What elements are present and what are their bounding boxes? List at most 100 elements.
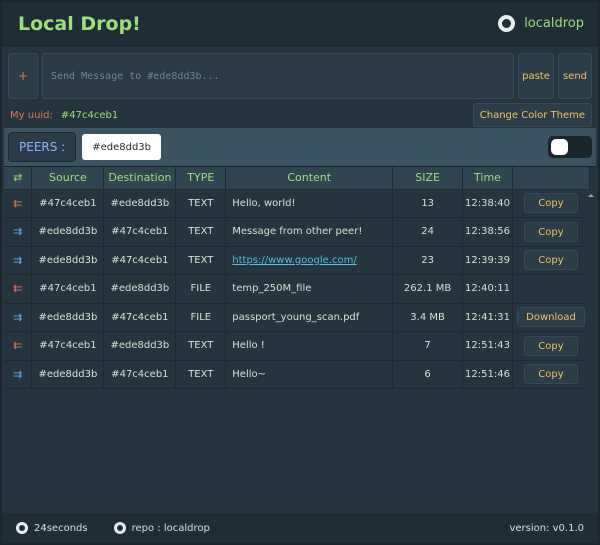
direction-icon: ⇇: [4, 331, 33, 361]
cell-destination: #47c4ceb1: [103, 217, 177, 247]
table-scrollbar[interactable]: [586, 189, 596, 511]
cell-action: Copy: [512, 246, 591, 275]
compose-bar: + paste send: [8, 53, 592, 99]
app-window: Local Drop! localdrop + paste send My uu…: [0, 0, 600, 545]
cell-source: #47c4ceb1: [31, 189, 105, 218]
table-row: ⇇ #47c4ceb1 #ede8dd3b TEXT Hello ! 7 12:51:43 C…: [4, 331, 591, 361]
header-content: Content: [225, 167, 394, 190]
repo-label: localdrop: [524, 16, 584, 31]
cell-destination: #47c4ceb1: [103, 246, 177, 275]
header-destination: Destination: [103, 167, 177, 190]
message-table-container: ⇄ Source Destination TYPE Content SIZE T…: [4, 166, 596, 511]
header-time: Time: [462, 167, 513, 190]
cell-source: #ede8dd3b: [31, 246, 105, 275]
cell-time: 12:40:11: [462, 274, 513, 304]
direction-icon: ⇇: [4, 189, 33, 218]
header-source: Source: [31, 167, 105, 190]
copy-button[interactable]: Copy: [523, 221, 578, 242]
table-row: ⇉ #ede8dd3b #47c4ceb1 FILE passport_young_sc…: [4, 303, 591, 332]
cell-size: 23: [392, 246, 463, 275]
github-repo-link[interactable]: localdrop: [498, 15, 584, 32]
send-button[interactable]: send: [558, 53, 592, 99]
header-type: TYPE: [175, 167, 227, 190]
repo-footer-label: repo : localdrop: [131, 522, 210, 534]
table-row: ⇉ #ede8dd3b #47c4ceb1 TEXT Hello~ 6 12:51:46 Co…: [4, 360, 591, 389]
header-direction-icon: ⇄: [4, 167, 33, 190]
app-title: Local Drop!: [18, 12, 141, 35]
peers-label: PEERS :: [8, 132, 77, 162]
uuid-value: #47c4ceb1: [60, 109, 119, 121]
cell-time: 12:38:56: [462, 217, 513, 247]
table-row: ⇇ #47c4ceb1 #ede8dd3b FILE temp_250M_file 262…: [4, 274, 591, 304]
table-header-row: ⇄ Source Destination TYPE Content SIZE T…: [4, 167, 591, 190]
cell-type: TEXT: [175, 246, 227, 275]
cell-action: [512, 274, 591, 304]
direction-icon: ⇉: [4, 246, 33, 275]
theme-toggle[interactable]: [548, 136, 592, 158]
cell-action: Copy: [512, 189, 591, 218]
table-row: ⇉ #ede8dd3b #47c4ceb1 TEXT https://www.googl…: [4, 246, 591, 275]
cell-source: #47c4ceb1: [31, 331, 105, 361]
cell-source: #ede8dd3b: [31, 217, 105, 247]
header-action: [512, 167, 591, 190]
table-row: ⇇ #47c4ceb1 #ede8dd3b TEXT Hello, world! 13 12…: [4, 189, 591, 218]
add-file-button[interactable]: +: [8, 53, 38, 99]
header: Local Drop! localdrop: [2, 2, 598, 46]
cell-content: passport_young_scan.pdf: [225, 303, 394, 332]
message-input[interactable]: [42, 53, 514, 99]
content-link[interactable]: https://www.google.com/: [232, 255, 356, 266]
copy-button[interactable]: Copy: [523, 250, 578, 271]
change-theme-button[interactable]: Change Color Theme: [472, 103, 592, 127]
cell-size: 6: [392, 360, 463, 389]
cell-action: Copy: [512, 331, 591, 361]
github-icon: [113, 522, 126, 534]
copy-button[interactable]: Copy: [523, 193, 578, 214]
direction-icon: ⇉: [4, 217, 33, 247]
github-icon: [498, 15, 516, 32]
cell-destination: #ede8dd3b: [103, 189, 177, 218]
peers-bar: PEERS : #ede8dd3b: [4, 128, 596, 166]
cell-content: Hello !: [225, 331, 394, 361]
copy-button[interactable]: Copy: [523, 335, 578, 356]
cell-type: FILE: [175, 303, 227, 332]
cell-size: 3.4 MB: [392, 303, 463, 332]
cell-time: 12:51:43: [462, 331, 513, 361]
cell-content: Hello~: [225, 360, 394, 389]
author-label: 24seconds: [34, 522, 88, 534]
cell-destination: #47c4ceb1: [103, 303, 177, 332]
cell-content: temp_250M_file: [225, 274, 394, 304]
cell-type: TEXT: [175, 360, 227, 389]
download-button[interactable]: Download: [517, 307, 585, 328]
cell-size: 262.1 MB: [392, 274, 463, 304]
cell-type: FILE: [175, 274, 227, 304]
cell-destination: #ede8dd3b: [103, 331, 177, 361]
cell-type: TEXT: [175, 331, 227, 361]
cell-content: Hello, world!: [225, 189, 394, 218]
header-size: SIZE: [392, 167, 463, 190]
direction-icon: ⇉: [4, 360, 33, 389]
cell-time: 12:41:31: [462, 303, 513, 332]
toggle-knob: [551, 139, 568, 155]
direction-icon: ⇇: [4, 274, 33, 304]
cell-size: 13: [392, 189, 463, 218]
author-link[interactable]: 24seconds: [16, 522, 88, 534]
cell-action: Download: [512, 303, 591, 332]
message-table: ⇄ Source Destination TYPE Content SIZE T…: [4, 167, 591, 389]
paste-button[interactable]: paste: [518, 53, 554, 99]
version-label: version: v0.1.0: [509, 522, 584, 534]
cell-time: 12:51:46: [462, 360, 513, 389]
cell-source: #ede8dd3b: [31, 303, 105, 332]
cell-destination: #ede8dd3b: [103, 274, 177, 304]
repo-link[interactable]: repo : localdrop: [113, 522, 210, 534]
peer-chip-selected[interactable]: #ede8dd3b: [82, 134, 162, 160]
cell-action: Copy: [512, 360, 591, 389]
uuid-label: My uuid:: [10, 109, 53, 121]
cell-time: 12:39:39: [462, 246, 513, 275]
cell-action: Copy: [512, 217, 591, 247]
cell-size: 7: [392, 331, 463, 361]
footer: 24seconds repo : localdrop version: v0.1…: [2, 513, 598, 543]
copy-button[interactable]: Copy: [523, 364, 578, 385]
cell-time: 12:38:40: [462, 189, 513, 218]
cell-source: #ede8dd3b: [31, 360, 105, 389]
cell-source: #47c4ceb1: [31, 274, 105, 304]
